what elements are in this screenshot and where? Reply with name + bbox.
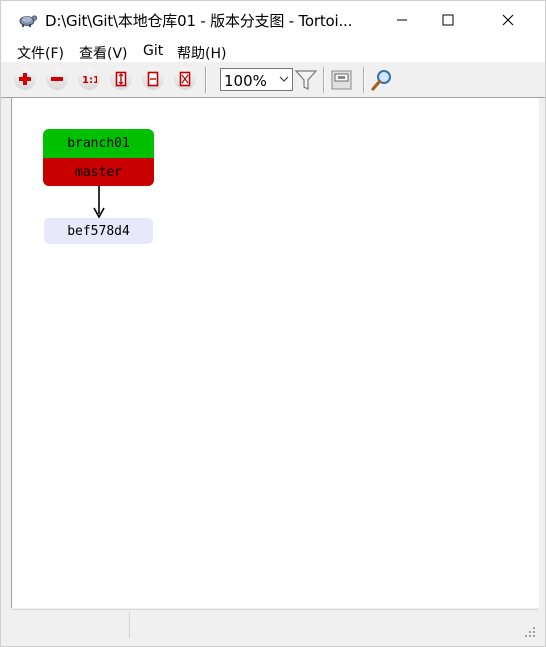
window-title: D:\Git\Git\本地仓库01 - 版本分支图 - Tortoi... (45, 12, 353, 30)
zoom-in-button[interactable] (14, 68, 36, 90)
overview-button[interactable] (330, 68, 354, 92)
toolbar-separator (205, 67, 207, 93)
minimize-icon (397, 19, 407, 20)
zoom-select[interactable]: 100% (220, 68, 293, 91)
zoom-height-icon (115, 71, 127, 87)
resize-grip-icon[interactable] (524, 626, 536, 638)
menu-file[interactable]: 文件(F) (17, 43, 64, 63)
zoom-width-button[interactable] (142, 68, 164, 90)
commit-node[interactable]: bef578d4 (44, 218, 153, 244)
menu-view[interactable]: 查看(V) (79, 43, 128, 63)
zoom-100-button[interactable]: 1:1 (78, 68, 100, 90)
close-button[interactable] (485, 1, 531, 38)
zoom-fit-icon (179, 71, 191, 87)
master-label: master (75, 164, 122, 180)
status-pane-2 (130, 612, 520, 638)
filter-icon (294, 70, 318, 90)
title-bar[interactable]: D:\Git\Git\本地仓库01 - 版本分支图 - Tortoi... (1, 1, 545, 38)
toolbar-separator (363, 67, 365, 93)
menu-git[interactable]: Git (143, 43, 163, 59)
svg-text:1:1: 1:1 (82, 75, 97, 86)
toolbar-separator (323, 67, 325, 93)
menu-help[interactable]: 帮助(H) (177, 43, 226, 63)
chevron-down-icon (279, 76, 289, 82)
graph-edge-arrow (93, 186, 105, 218)
toolbar: 1:1 100% (1, 62, 545, 98)
zoom-fit-button[interactable] (174, 68, 196, 90)
status-bar (11, 609, 538, 640)
tortoise-icon (18, 10, 38, 28)
zoom-width-icon (147, 71, 159, 87)
minimize-button[interactable] (379, 1, 425, 38)
status-pane-1 (11, 612, 130, 638)
zoom-value: 100% (224, 72, 267, 90)
zoom-height-button[interactable] (110, 68, 132, 90)
filter-button[interactable] (294, 68, 318, 92)
zoom-in-icon (19, 73, 31, 85)
revision-graph-window: D:\Git\Git\本地仓库01 - 版本分支图 - Tortoi... 文件… (0, 0, 546, 647)
branch-label-node[interactable]: branch01 (43, 129, 154, 158)
commit-hash: bef578d4 (67, 223, 130, 239)
menu-bar: 文件(F) 查看(V) Git 帮助(H) (1, 38, 545, 62)
revision-graph-canvas[interactable]: branch01 master bef578d4 (11, 98, 539, 608)
maximize-icon (442, 14, 454, 25)
master-label-node[interactable]: master (43, 158, 154, 186)
overview-icon (331, 70, 352, 90)
zoom-out-icon (51, 77, 63, 81)
branch-label: branch01 (67, 136, 130, 151)
maximize-button[interactable] (425, 1, 471, 38)
search-button[interactable] (370, 68, 394, 92)
close-icon (502, 14, 514, 25)
search-icon (371, 70, 391, 91)
zoom-100-icon: 1:1 (82, 75, 97, 86)
zoom-out-button[interactable] (46, 68, 68, 90)
